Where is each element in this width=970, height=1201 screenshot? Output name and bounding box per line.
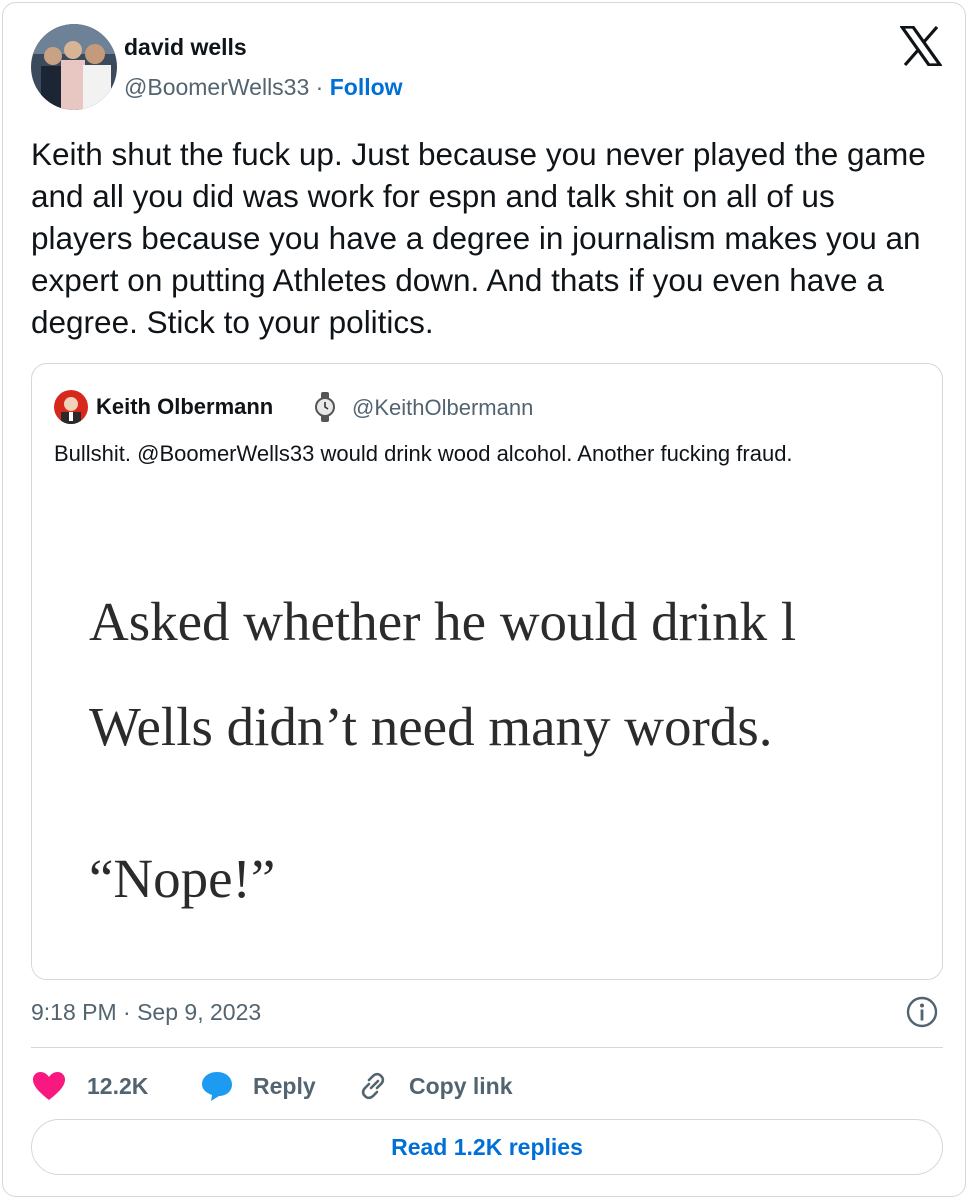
tweet-timestamp[interactable]: 9:18 PM · Sep 9, 2023 xyxy=(31,999,261,1026)
quote-author-name[interactable]: Keith Olbermann xyxy=(96,394,273,420)
read-replies-button[interactable]: Read 1.2K replies xyxy=(31,1119,943,1175)
info-icon[interactable] xyxy=(905,995,939,1029)
copy-link-label: Copy link xyxy=(409,1072,513,1099)
divider xyxy=(31,1047,943,1048)
image-text-line-1: Asked whether he would drink l xyxy=(89,591,797,652)
quoted-tweet[interactable]: Keith Olbermann @KeithOlbermann Bullshit… xyxy=(31,363,943,980)
author-handle-row: @BoomerWells33 · Follow xyxy=(124,74,403,101)
quote-author-handle[interactable]: @KeithOlbermann xyxy=(352,395,533,421)
image-text-line-2: Wells didn’t need many words. xyxy=(89,696,773,757)
quote-image[interactable]: Asked whether he would drink l Wells did… xyxy=(32,552,942,979)
author-name[interactable]: david wells xyxy=(124,34,247,61)
copy-link-button[interactable]: Copy link xyxy=(357,1063,557,1109)
image-text-line-3: “Nope!” xyxy=(89,848,276,909)
x-logo[interactable] xyxy=(898,25,944,67)
tweet-text: Keith shut the fuck up. Just because you… xyxy=(31,136,926,340)
author-avatar[interactable] xyxy=(31,24,117,110)
like-count: 12.2K xyxy=(87,1072,149,1099)
reply-bubble-icon xyxy=(199,1069,235,1103)
quote-text: Bullshit. @BoomerWells33 would drink woo… xyxy=(54,441,793,466)
watch-icon xyxy=(313,392,337,422)
like-button[interactable]: 12.2K xyxy=(31,1063,171,1109)
follow-button[interactable]: Follow xyxy=(330,74,403,100)
link-icon xyxy=(357,1070,389,1102)
quote-avatar[interactable] xyxy=(54,390,88,424)
heart-icon xyxy=(31,1070,67,1102)
handle-separator: · xyxy=(315,74,324,100)
author-handle[interactable]: @BoomerWells33 xyxy=(124,74,309,100)
reply-label: Reply xyxy=(253,1072,316,1099)
reply-button[interactable]: Reply xyxy=(199,1063,349,1109)
